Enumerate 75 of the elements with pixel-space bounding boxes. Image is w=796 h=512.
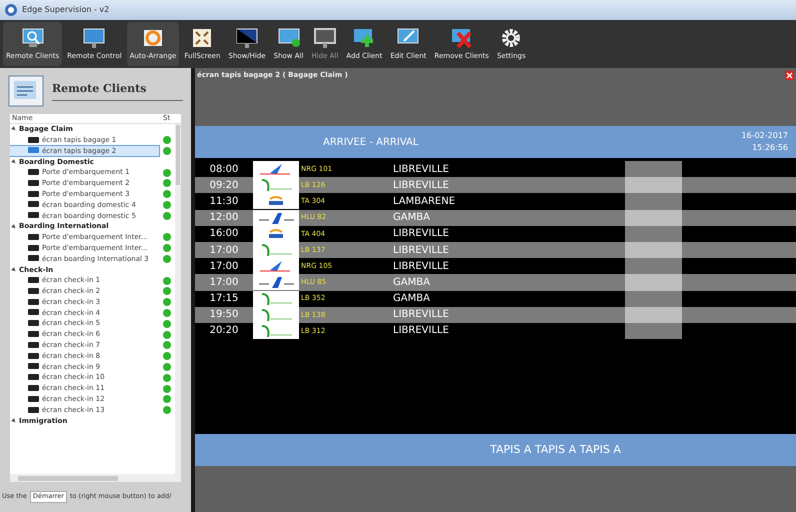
monitor-icon	[28, 406, 39, 414]
monitor-icon	[28, 277, 39, 284]
status-cell	[625, 226, 682, 242]
board-time: 15:26:56	[752, 142, 788, 154]
monitor-icon	[28, 190, 39, 198]
monitor-icon	[28, 352, 39, 360]
monitor-icon	[28, 309, 39, 316]
monitor-icon	[276, 26, 301, 49]
close-icon[interactable]	[785, 70, 794, 80]
monitor-icon	[28, 234, 39, 241]
status-cell	[625, 177, 682, 194]
monitor-icon	[28, 298, 39, 306]
flight-destination: LIBREVILLE	[393, 178, 450, 193]
airline-logo	[256, 275, 296, 290]
flight-time: 17:00	[208, 276, 240, 290]
flight-destination: LIBREVILLE	[393, 308, 450, 322]
app-icon	[4, 3, 18, 17]
flight-time: 12:00	[208, 211, 240, 226]
remove-icon	[450, 26, 474, 49]
flight-destination: LIBREVILLE	[393, 260, 450, 274]
monitor-icon	[28, 385, 39, 392]
flight-time: 17:15	[208, 292, 240, 306]
panel-title: Remote Clients	[52, 81, 183, 101]
monitor-icon	[28, 180, 39, 187]
status-cell	[625, 193, 682, 210]
client-list-icon	[8, 75, 44, 107]
flight-destination: LIBREVILLE	[393, 324, 450, 338]
monitor-search-icon	[20, 26, 45, 49]
ticker-text: TAPIS A TAPIS A TAPIS A	[490, 442, 621, 458]
monitor-icon	[28, 212, 39, 220]
board-date: 16-02-2017	[742, 130, 788, 142]
monitor-icon	[28, 396, 39, 403]
monitor-icon	[28, 331, 39, 338]
monitor-icon	[28, 374, 39, 382]
monitor-icon	[28, 342, 39, 349]
status-cell	[625, 242, 682, 258]
flight-time: 20:20	[208, 324, 240, 338]
status-cell	[625, 322, 682, 340]
board-heading: ARRIVEE - ARRIVAL	[323, 136, 420, 150]
status-cell	[625, 290, 682, 307]
status-cell	[625, 210, 682, 226]
flight-time: 16:00	[208, 227, 240, 242]
monitor-icon	[312, 26, 337, 49]
flight-destination: GAMBA	[393, 276, 431, 290]
monitor-icon	[28, 255, 39, 262]
flight-destination: LIBREVILLE	[393, 162, 450, 177]
flight-time: 17:00	[208, 244, 240, 258]
flight-time: 08:00	[208, 162, 240, 177]
flight-destination: GAMBA	[393, 292, 431, 306]
monitor-icon	[28, 201, 39, 208]
flight-time: 19:50	[208, 308, 240, 322]
status-cell	[625, 161, 682, 178]
status-cell	[625, 306, 682, 323]
monitor-icon	[28, 147, 39, 154]
monitor-icon	[28, 136, 39, 144]
status-cell	[625, 274, 682, 290]
window-title: Edge Supervision - v2	[22, 4, 110, 16]
monitor-icon	[28, 288, 39, 295]
monitor-icon	[235, 26, 260, 49]
status-cell	[625, 258, 682, 274]
flight-destination: GAMBA	[393, 211, 431, 226]
flight-time: 11:30	[208, 194, 240, 209]
scrollbar[interactable]	[175, 124, 181, 474]
flight-destination: LAMBARENE	[393, 194, 456, 209]
monitor-icon	[82, 26, 106, 49]
scrollbar[interactable]	[10, 474, 181, 482]
flight-time: 09:20	[208, 178, 240, 193]
flight-time: 17:00	[208, 260, 240, 274]
monitor-icon	[28, 244, 39, 252]
flight-destination: LIBREVILLE	[393, 244, 450, 258]
airline-logo	[256, 210, 296, 225]
monitor-icon	[28, 169, 39, 176]
monitor-icon	[28, 320, 39, 328]
monitor-icon	[28, 363, 39, 370]
flight-destination: LIBREVILLE	[393, 227, 450, 242]
